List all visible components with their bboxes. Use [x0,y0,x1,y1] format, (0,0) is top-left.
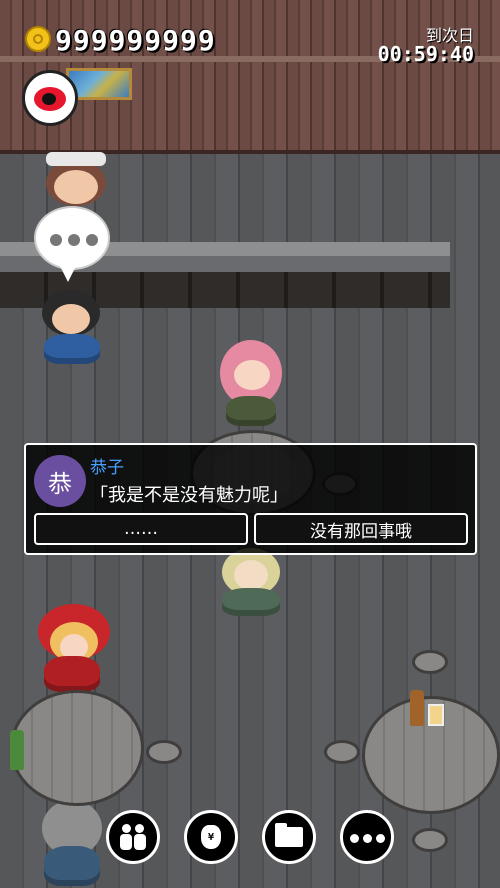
dialogue-line: 「我是不是没有魅力呢」 [90,485,288,506]
stool [324,740,360,764]
gold-amount: 999999999 [55,24,216,57]
speaker-avatar: 恭 [34,455,86,507]
speech-bubble-icon[interactable] [34,206,110,282]
choice-ellipsis-button[interactable]: …… [34,513,248,545]
wine-bottle [410,690,424,726]
speaker-name: 恭子 [90,458,124,478]
timer-value: 00:59:40 [377,42,474,66]
coin-icon [25,26,51,52]
money-bag-icon: ¥ [201,825,221,849]
more-icon [348,828,387,847]
round-table-left [10,690,144,806]
people-icon [120,824,146,850]
choice-reassure-button[interactable]: 没有那回事哦 [254,513,468,545]
stool [412,650,448,674]
folder-icon [275,823,303,847]
stool [146,740,182,764]
more-button[interactable] [340,810,394,864]
folder-button[interactable] [262,810,316,864]
beer-mug [428,704,444,726]
weibo-icon[interactable] [22,70,78,126]
stool [412,828,448,852]
wine-bottle [10,730,24,770]
people-button[interactable] [106,810,160,864]
dialogue-box: 恭 恭子 「我是不是没有魅力呢」 …… 没有那回事哦 [24,443,477,555]
money-bag-button[interactable]: ¥ [184,810,238,864]
